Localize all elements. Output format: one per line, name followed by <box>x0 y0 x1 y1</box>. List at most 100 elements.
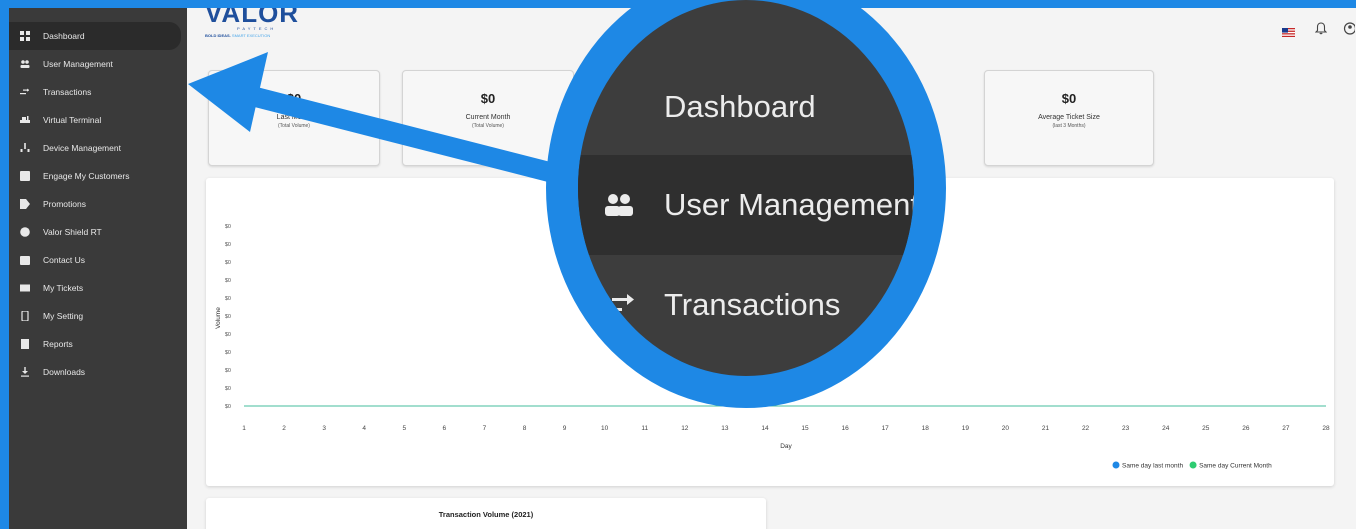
sidebar-item-contact-us[interactable]: Contact Us <box>9 246 187 274</box>
x-tick-label: 15 <box>801 425 809 432</box>
magnifier-callout: Dashboard User Management Transactions V… <box>546 0 946 408</box>
sidebar-item-label: My Tickets <box>43 283 84 293</box>
sidebar-item-label: Virtual Terminal <box>43 115 102 125</box>
engage-icon <box>19 171 31 181</box>
x-tick-label: 7 <box>483 425 487 432</box>
x-tick-label: 12 <box>681 425 689 432</box>
card-sublabel: (Total Volume) <box>278 123 310 129</box>
sidebar-item-my-tickets[interactable]: My Tickets <box>9 274 187 302</box>
magnified-user-management-item: User Management <box>578 155 920 255</box>
users-icon <box>19 59 31 69</box>
magnified-dashboard-item: Dashboard <box>578 70 914 144</box>
y-tick-label: $0 <box>225 368 231 374</box>
x-tick-label: 14 <box>761 425 769 432</box>
legend-marker-1 <box>1112 461 1120 469</box>
sidebar-item-label: Reports <box>43 339 73 349</box>
sidebar-item-device-management[interactable]: Device Management <box>9 134 187 162</box>
sidebar-item-virtual-terminal[interactable]: Virtual Terminal <box>9 106 187 134</box>
sidebar-item-label: Transactions <box>43 87 92 97</box>
card-label: Last Month <box>276 114 312 121</box>
y-tick-label: $0 <box>225 242 231 248</box>
card-label: Average Ticket Size <box>1038 114 1100 121</box>
x-tick-label: 3 <box>322 425 326 432</box>
sidebar-item-user-management[interactable]: User Management <box>9 50 187 78</box>
x-tick-label: 4 <box>362 425 366 432</box>
bell-icon[interactable] <box>1314 22 1328 35</box>
card-value: $0 <box>286 91 302 106</box>
x-tick-label: 2 <box>282 425 286 432</box>
logo-tagline: BOLD IDEAS. SMART EXECUTION <box>205 33 271 38</box>
card-value: $0 <box>480 91 496 106</box>
sidebar-item-label: Dashboard <box>43 31 85 41</box>
last-month-card: $0 Last Month (Total Volume) <box>208 70 380 166</box>
sidebar-item-valor-shield-rt[interactable]: Valor Shield RT <box>9 218 187 246</box>
transaction-volume-title: Transaction Volume (2021) <box>438 510 534 519</box>
contact-icon <box>19 255 31 265</box>
sidebar-item-label: Device Management <box>43 143 121 153</box>
tag-icon <box>19 199 31 209</box>
x-tick-label: 25 <box>1202 425 1210 432</box>
x-tick-label: 27 <box>1282 425 1290 432</box>
transactions-icon <box>19 87 31 97</box>
x-tick-label: 24 <box>1162 425 1170 432</box>
magnified-label: User Management <box>664 187 920 222</box>
sidebar-item-reports[interactable]: Reports <box>9 330 187 358</box>
account-icon[interactable] <box>1343 22 1355 35</box>
sidebar-item-transactions[interactable]: Transactions <box>9 78 187 106</box>
x-tick-label: 13 <box>721 425 729 432</box>
sidebar-item-dashboard[interactable]: Dashboard <box>9 22 181 50</box>
left-border <box>0 0 9 529</box>
download-icon <box>19 367 31 377</box>
settings-icon <box>19 311 31 321</box>
sidebar-item-label: Promotions <box>43 199 86 209</box>
users-icon <box>604 192 634 218</box>
shield-icon <box>19 227 31 237</box>
x-tick-label: 21 <box>1042 425 1050 432</box>
sidebar-item-downloads[interactable]: Downloads <box>9 358 187 386</box>
y-tick-label: $0 <box>225 224 231 230</box>
x-axis-label: Day <box>780 443 792 450</box>
x-tick-label: 6 <box>443 425 447 432</box>
transaction-volume-panel: Transaction Volume (2021) <box>206 498 766 529</box>
sidebar-item-label: Engage My Customers <box>43 171 130 181</box>
sidebar-item-label: User Management <box>43 59 113 69</box>
x-tick-label: 10 <box>601 425 609 432</box>
x-tick-label: 28 <box>1322 425 1330 432</box>
legend-label-1: Same day last month <box>1122 463 1183 470</box>
x-tick-label: 23 <box>1122 425 1130 432</box>
transactions-icon <box>604 292 634 318</box>
sidebar-item-label: Contact Us <box>43 255 86 265</box>
dashboard-icon <box>19 31 31 41</box>
reports-icon <box>19 339 31 349</box>
ticket-icon <box>19 283 31 293</box>
device-icon <box>19 143 31 153</box>
legend-marker-2 <box>1189 461 1197 469</box>
x-tick-label: 18 <box>922 425 930 432</box>
valor-logo[interactable]: VALOR PAYTECH BOLD IDEAS. SMART EXECUTIO… <box>205 0 315 48</box>
terminal-icon <box>19 115 31 125</box>
card-sublabel: (last 3 Months) <box>1052 123 1086 129</box>
card-value: $0 <box>1061 91 1077 106</box>
x-tick-label: 1 <box>242 425 246 432</box>
sidebar-item-promotions[interactable]: Promotions <box>9 190 187 218</box>
y-tick-label: $0 <box>225 314 231 320</box>
x-tick-label: 22 <box>1082 425 1090 432</box>
x-tick-label: 17 <box>882 425 890 432</box>
x-tick-label: 26 <box>1242 425 1250 432</box>
x-tick-label: 5 <box>402 425 406 432</box>
x-tick-label: 8 <box>523 425 527 432</box>
legend-label-2: Same day Current Month <box>1199 463 1272 470</box>
magnified-transactions-item: Transactions <box>578 255 914 355</box>
sidebar-item-label: Valor Shield RT <box>43 227 102 237</box>
sidebar: Dashboard User Management Transactions V… <box>9 8 187 529</box>
us-flag-icon[interactable] <box>1282 24 1295 37</box>
sidebar-item-my-setting[interactable]: My Setting <box>9 302 187 330</box>
y-tick-label: $0 <box>225 296 231 302</box>
y-axis-label: Volume <box>215 307 222 329</box>
magnified-label: Dashboard <box>664 89 816 124</box>
y-tick-label: $0 <box>225 386 231 392</box>
x-tick-label: 19 <box>962 425 970 432</box>
sidebar-item-engage-my-customers[interactable]: Engage My Customers <box>9 162 187 190</box>
y-tick-label: $0 <box>225 278 231 284</box>
magnified-label: Transactions <box>664 287 841 322</box>
